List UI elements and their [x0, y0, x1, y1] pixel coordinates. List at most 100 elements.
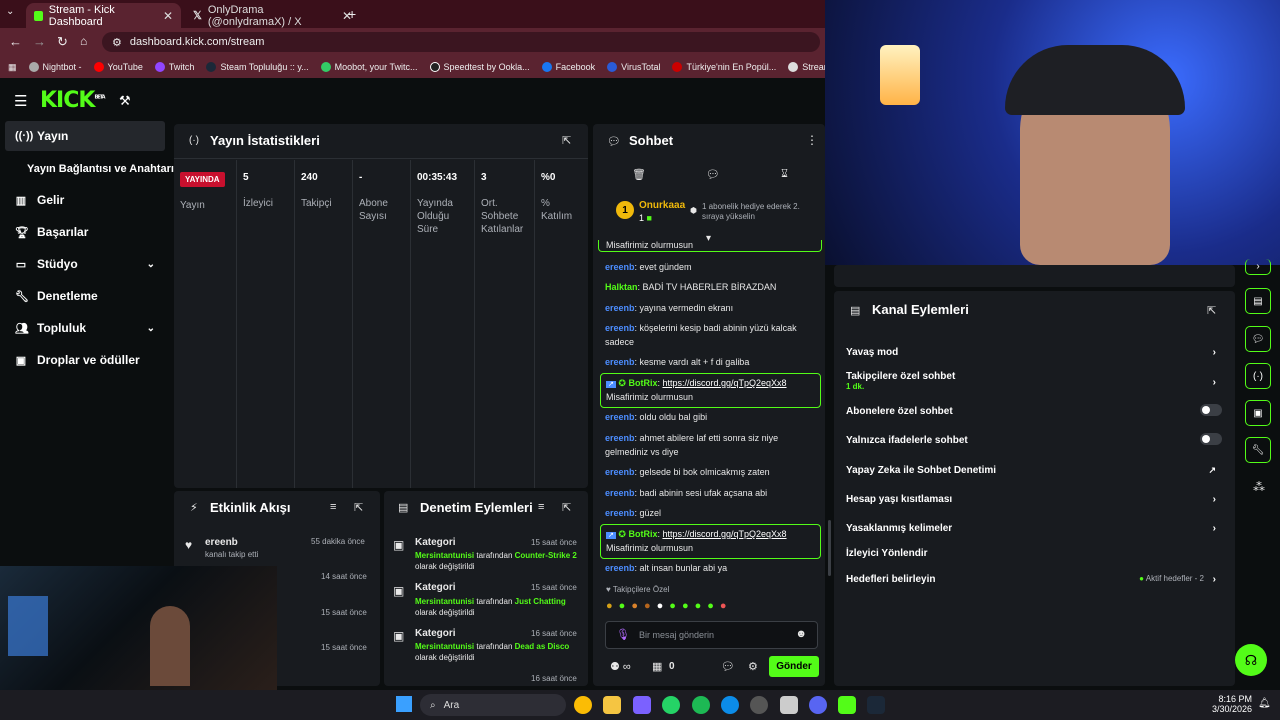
taskbar-search[interactable]: ⌕ Ara — [420, 694, 566, 716]
sidebar-item-denetleme[interactable]: 🔧︎ Denetleme — [5, 281, 165, 311]
discord-link[interactable]: https://discord.gg/qTpQ2eqXx8 — [662, 529, 786, 539]
sidebar-item-basarilar[interactable]: 🏆︎ Başarılar — [5, 217, 165, 247]
chat-bubble-icon[interactable]: 💬︎ — [706, 168, 720, 181]
trash-icon[interactable]: 🗑︎ — [632, 168, 646, 181]
sidebar-item-droplar[interactable]: ▣ Droplar ve ödüller — [5, 345, 165, 375]
bookmark-item[interactable]: StreamElements — [788, 62, 825, 72]
back-icon[interactable]: ← — [9, 34, 22, 49]
toggle-switch[interactable] — [1200, 404, 1222, 416]
sidebar-item-stream-key[interactable]: Yayın Bağlantısı ve Anahtarı — [5, 154, 175, 184]
site-info-icon[interactable]: ⚙ — [112, 36, 122, 49]
emoji-icon[interactable]: ☻ — [795, 628, 807, 640]
apps-icon[interactable]: ▦ — [8, 62, 17, 73]
bookmark-item[interactable]: Speedtest by Ookla... — [429, 62, 530, 72]
send-button[interactable]: Gönder — [769, 656, 819, 677]
address-bar[interactable]: ⚙ dashboard.kick.com/stream — [102, 32, 820, 52]
obs-icon[interactable] — [750, 696, 768, 714]
store-icon[interactable] — [780, 696, 798, 714]
hourglass-icon[interactable]: ⌛︎ — [781, 168, 788, 181]
emote-icon[interactable]: ● — [619, 600, 626, 612]
chat-bubble-icon[interactable]: 💬︎ — [721, 660, 735, 673]
emote-icon[interactable]: ● — [682, 600, 689, 612]
popout-icon[interactable]: ⇱ — [1207, 304, 1216, 317]
whatsapp-icon[interactable] — [662, 696, 680, 714]
emote-icon[interactable]: ● — [695, 600, 702, 612]
filter-icon[interactable]: ≡ — [538, 501, 544, 513]
forward-icon[interactable]: → — [33, 34, 46, 49]
settings-icon[interactable]: ⚙ — [748, 660, 758, 673]
discord-icon[interactable] — [809, 696, 827, 714]
action-raid[interactable]: İzleyici Yönlendir — [846, 548, 1226, 559]
more-options-icon[interactable]: ⋮ — [806, 133, 818, 147]
bookmark-item[interactable]: YouTube — [93, 62, 143, 72]
new-tab-icon[interactable]: + — [348, 6, 356, 22]
emote-icon[interactable]: ● — [631, 600, 638, 612]
action-banned-words[interactable]: Yasaklanmış kelimeler › — [846, 523, 1226, 534]
file-explorer-icon[interactable] — [603, 696, 621, 714]
action-followers-only[interactable]: Takipçilere özel sohbet 1 dk. › — [846, 371, 1226, 391]
rail-document-icon[interactable]: ▤ — [1245, 288, 1271, 314]
bookmark-item[interactable]: VirusTotal — [607, 62, 660, 72]
menu-icon[interactable]: ☰ — [14, 92, 27, 110]
popout-icon[interactable]: ⇱ — [562, 501, 571, 514]
emote-icon[interactable]: ● — [657, 600, 664, 612]
tools-icon[interactable]: ⚒ — [119, 93, 131, 109]
spotify-icon[interactable] — [692, 696, 710, 714]
close-tab-icon[interactable]: ✕ — [163, 9, 173, 23]
action-goals[interactable]: Hedefleri belirleyin ● Aktif hedefler - … — [846, 574, 1226, 585]
sidebar-item-topluluk[interactable]: 👥︎ Topluluk ⌄ — [5, 313, 165, 343]
copilot-icon[interactable] — [633, 696, 651, 714]
support-headset-icon[interactable]: ☊ — [1235, 644, 1267, 676]
emote-icon[interactable]: ● — [720, 600, 727, 612]
discord-link[interactable]: https://discord.gg/qTpQ2eqXx8 — [662, 378, 786, 388]
infinity-icon[interactable]: ⚉ ∞ — [610, 660, 631, 673]
taskbar-clock[interactable]: 8:16 PM 3/30/2026 — [1212, 694, 1252, 714]
emote-icon[interactable]: ● — [606, 600, 613, 612]
kick-app-icon[interactable] — [838, 696, 856, 714]
mic-icon[interactable]: 🎙︎ — [616, 628, 630, 641]
scroll-down-icon[interactable]: ▾ — [706, 233, 711, 244]
tab-list-icon[interactable]: ⌄ — [6, 6, 14, 17]
rail-channel-icon[interactable]: ▣ — [1245, 400, 1271, 426]
store-icon[interactable]: ▦ — [652, 660, 662, 673]
rail-button-arrow[interactable]: › — [1245, 259, 1271, 275]
bookmark-item[interactable]: Twitch — [154, 62, 194, 72]
action-account-age[interactable]: Hesap yaşı kısıtlaması › — [846, 494, 1226, 505]
emote-icon[interactable]: ● — [644, 600, 651, 612]
bookmark-item[interactable]: Facebook — [541, 62, 595, 72]
bookmark-item[interactable]: Moobot, your Twitc... — [320, 62, 418, 72]
url-text: dashboard.kick.com/stream — [129, 36, 265, 48]
sidebar-item-studyo[interactable]: ▭ Stüdyo ⌄ — [5, 249, 165, 279]
action-slow-mode[interactable]: Yavaş mod › — [846, 347, 1226, 358]
rail-wrench-icon[interactable]: 🔧︎ — [1245, 437, 1271, 463]
popout-icon[interactable]: ⇱ — [354, 501, 363, 514]
tab-onlydrama[interactable]: 𝕏 OnlyDrama (@onlydramaX) / X ✕ — [185, 3, 360, 28]
chat-input[interactable]: 🎙︎ Bir mesaj gönderin ☻ — [605, 621, 818, 649]
bookmark-item[interactable]: Türkiye'nin En Popül... — [672, 62, 776, 72]
chrome-icon[interactable] — [574, 696, 592, 714]
windows-start-icon[interactable] — [396, 696, 412, 712]
action-subs-only[interactable]: Abonelere özel sohbet — [846, 404, 1226, 417]
emote-icon[interactable]: ● — [707, 600, 714, 612]
bookmark-item[interactable]: Steam Topluluğu :: y... — [206, 62, 309, 72]
edge-icon[interactable] — [721, 696, 739, 714]
tab-kick-dashboard[interactable]: Stream - Kick Dashboard ✕ — [26, 3, 181, 28]
chat-scrollbar[interactable] — [828, 520, 831, 576]
bookmark-item[interactable]: Nightbot - — [28, 62, 82, 72]
home-icon[interactable]: ⌂ — [80, 34, 87, 48]
rail-more-icon[interactable]: ⁂ — [1253, 480, 1265, 494]
sidebar-item-yayin[interactable]: ((·)) Yayın — [5, 121, 165, 151]
toggle-switch[interactable] — [1200, 433, 1222, 445]
sidebar-item-gelir[interactable]: ▥ Gelir — [5, 185, 165, 215]
steam-icon[interactable] — [867, 696, 885, 714]
kick-logo[interactable]: KICKBETA — [40, 88, 106, 113]
filter-icon[interactable]: ≡ — [330, 501, 336, 513]
popout-icon[interactable]: ⇱ — [562, 134, 571, 147]
reload-icon[interactable]: ↻ — [57, 34, 68, 50]
action-ai-moderation[interactable]: Yapay Zeka ile Sohbet Denetimi ↗ — [846, 465, 1226, 476]
notification-icon[interactable]: 🔔︎ — [1258, 698, 1271, 709]
rail-broadcast-icon[interactable]: (·) — [1245, 363, 1271, 389]
emote-icon[interactable]: ● — [669, 600, 676, 612]
rail-chat-icon[interactable]: 💬︎ — [1245, 326, 1271, 352]
action-emote-only[interactable]: Yalnızca ifadelerle sohbet — [846, 433, 1226, 446]
